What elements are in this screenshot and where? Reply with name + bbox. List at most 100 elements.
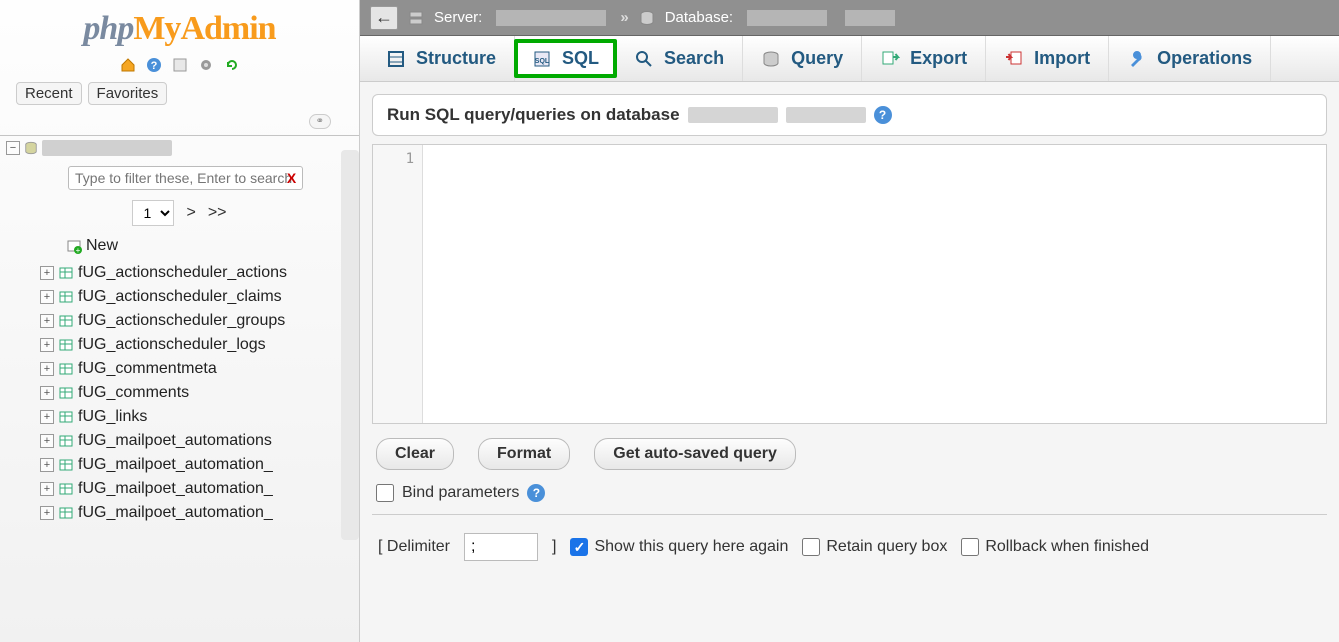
query-header-text: Run SQL query/queries on database <box>387 105 680 125</box>
expand-icon[interactable]: + <box>40 290 54 304</box>
tab-label: Structure <box>416 48 496 69</box>
tab-label: Import <box>1034 48 1090 69</box>
tab-label: SQL <box>562 48 599 69</box>
collapse-icon[interactable]: − <box>6 141 20 155</box>
expand-icon[interactable]: + <box>40 386 54 400</box>
bind-label: Bind parameters <box>402 484 519 502</box>
query-icon <box>761 49 781 69</box>
delimiter-input[interactable] <box>464 533 538 561</box>
filter-input[interactable] <box>68 166 303 190</box>
recent-tab[interactable]: Recent <box>16 82 82 105</box>
tab-label: Export <box>910 48 967 69</box>
logo[interactable]: phpMyAdmin <box>0 0 359 54</box>
tab-structure[interactable]: Structure <box>368 36 515 81</box>
sidebar-scrollbar[interactable] <box>341 150 359 540</box>
server-label: Server: <box>434 9 482 26</box>
table-row[interactable]: +fUG_mailpoet_automation_ <box>40 453 359 477</box>
table-open-icon[interactable] <box>58 505 74 521</box>
expand-icon[interactable]: + <box>40 362 54 376</box>
tab-operations[interactable]: Operations <box>1109 36 1271 81</box>
new-table-link[interactable]: + New <box>40 234 359 261</box>
table-open-icon[interactable] <box>58 409 74 425</box>
bind-checkbox[interactable] <box>376 484 394 502</box>
tab-sql[interactable]: SQL SQL <box>514 39 617 78</box>
sql-editor[interactable]: 1 <box>372 144 1327 424</box>
tab-export[interactable]: Export <box>862 36 986 81</box>
db-name-redacted-2[interactable] <box>845 10 895 26</box>
table-open-icon[interactable] <box>58 481 74 497</box>
retain-checkbox[interactable] <box>802 538 820 556</box>
breadcrumb: ← Server: » Database: <box>360 0 1339 36</box>
expand-icon[interactable]: + <box>40 506 54 520</box>
filter-clear-icon[interactable]: X <box>287 170 296 186</box>
table-row[interactable]: +fUG_links <box>40 405 359 429</box>
logo-my: My <box>133 10 180 47</box>
tab-query[interactable]: Query <box>743 36 862 81</box>
expand-icon[interactable]: + <box>40 314 54 328</box>
table-open-icon[interactable] <box>58 457 74 473</box>
query-header: Run SQL query/queries on database ? <box>372 94 1327 136</box>
reload-icon[interactable] <box>223 56 241 74</box>
autosave-button[interactable]: Get auto-saved query <box>594 438 796 470</box>
table-row[interactable]: +fUG_actionscheduler_claims <box>40 285 359 309</box>
expand-icon[interactable]: + <box>40 410 54 424</box>
expand-icon[interactable]: + <box>40 482 54 496</box>
page-next-button[interactable]: > <box>186 204 195 222</box>
table-row[interactable]: +fUG_mailpoet_automations <box>40 429 359 453</box>
search-icon <box>634 49 654 69</box>
expand-icon[interactable]: + <box>40 266 54 280</box>
favorites-tab[interactable]: Favorites <box>88 82 168 105</box>
format-button[interactable]: Format <box>478 438 570 470</box>
back-button[interactable]: ← <box>370 6 398 30</box>
delimiter-close-label: ] <box>552 538 556 556</box>
rollback-checkbox[interactable] <box>961 538 979 556</box>
server-name-redacted[interactable] <box>496 10 606 26</box>
link-icon[interactable]: ⚭ <box>309 114 331 129</box>
table-row[interactable]: +fUG_mailpoet_automation_ <box>40 477 359 501</box>
bind-parameters-row: Bind parameters ? <box>372 480 1327 515</box>
sql-icon[interactable] <box>171 56 189 74</box>
table-row[interactable]: +fUG_actionscheduler_logs <box>40 333 359 357</box>
help-icon[interactable]: ? <box>527 484 545 502</box>
show-again-label: Show this query here again <box>594 538 788 556</box>
table-row[interactable]: +fUG_commentmeta <box>40 357 359 381</box>
tab-import[interactable]: Import <box>986 36 1109 81</box>
database-label: Database: <box>665 9 733 26</box>
table-open-icon[interactable] <box>58 385 74 401</box>
table-open-icon[interactable] <box>58 289 74 305</box>
table-open-icon[interactable] <box>58 337 74 353</box>
expand-icon[interactable]: + <box>40 434 54 448</box>
tab-bar: Structure SQL SQL Search Query Export Im… <box>360 36 1339 82</box>
help-icon[interactable]: ? <box>874 106 892 124</box>
show-again-checkbox[interactable]: ✓ <box>570 538 588 556</box>
table-row[interactable]: +fUG_comments <box>40 381 359 405</box>
logo-php: php <box>83 10 133 47</box>
table-open-icon[interactable] <box>58 265 74 281</box>
expand-icon[interactable]: + <box>40 458 54 472</box>
home-icon[interactable] <box>119 56 137 74</box>
editor-body[interactable] <box>423 145 1326 423</box>
gear-icon[interactable] <box>197 56 215 74</box>
wrench-icon <box>1127 49 1147 69</box>
editor-gutter: 1 <box>373 145 423 423</box>
db-header-row[interactable]: − <box>0 136 359 160</box>
structure-icon <box>386 49 406 69</box>
page-select[interactable]: 1 <box>132 200 174 226</box>
table-open-icon[interactable] <box>58 361 74 377</box>
expand-icon[interactable]: + <box>40 338 54 352</box>
pagination-row: 1 > >> <box>0 196 359 234</box>
table-row[interactable]: +fUG_actionscheduler_actions <box>40 261 359 285</box>
clear-button[interactable]: Clear <box>376 438 454 470</box>
table-open-icon[interactable] <box>58 313 74 329</box>
table-open-icon[interactable] <box>58 433 74 449</box>
svg-text:SQL: SQL <box>535 58 550 65</box>
page-last-button[interactable]: >> <box>208 204 227 222</box>
table-row[interactable]: +fUG_actionscheduler_groups <box>40 309 359 333</box>
db-tree: − X 1 > >> + New +fUG_actionscheduler_ac… <box>0 135 359 627</box>
sql-content: Run SQL query/queries on database ? 1 Cl… <box>360 82 1339 642</box>
db-name-redacted <box>42 140 172 156</box>
table-row[interactable]: +fUG_mailpoet_automation_ <box>40 501 359 525</box>
db-name-redacted[interactable] <box>747 10 827 26</box>
help-icon[interactable]: ? <box>145 56 163 74</box>
tab-search[interactable]: Search <box>616 36 743 81</box>
